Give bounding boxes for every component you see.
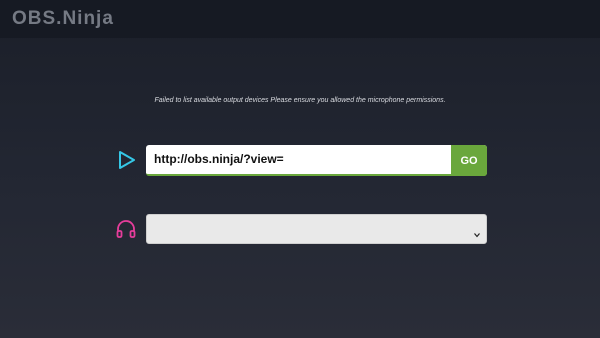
view-url-field: GO [146, 145, 487, 176]
headphones-icon [115, 218, 137, 240]
view-url-input[interactable] [146, 145, 451, 173]
play-icon [117, 149, 137, 171]
status-message: Failed to list available output devices … [154, 97, 446, 104]
top-bar: OBS.Ninja [0, 0, 600, 38]
app-title: OBS.Ninja [12, 8, 114, 29]
go-button[interactable]: GO [451, 145, 487, 176]
audio-output-select[interactable] [146, 214, 487, 244]
chevron-down-icon [474, 225, 480, 238]
